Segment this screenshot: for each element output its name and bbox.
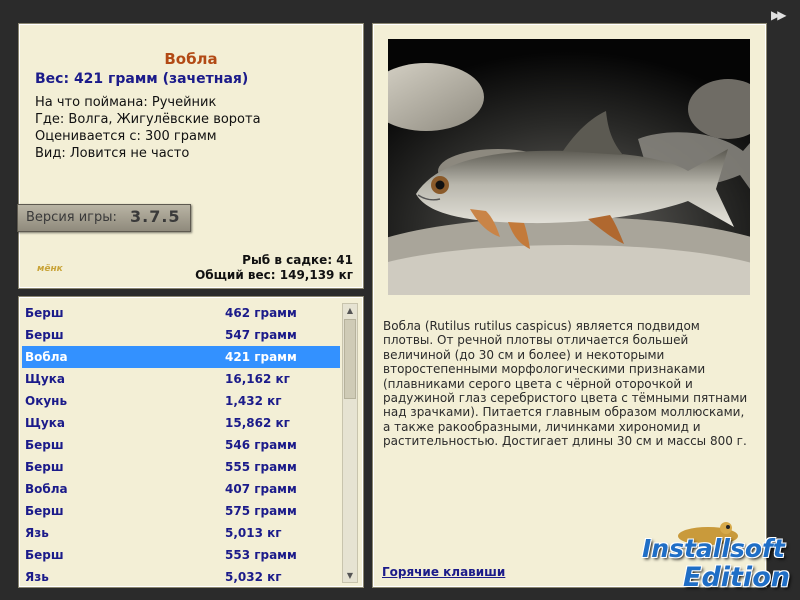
caught-with-text: На что поймана: Ручейник	[35, 95, 217, 110]
catch-fish-name: Вобла	[25, 350, 68, 364]
catch-list-row[interactable]: Берш 546 грамм	[22, 434, 340, 456]
catch-list-row[interactable]: Язь 5,013 кг	[22, 522, 340, 544]
catch-fish-name: Вобла	[25, 482, 68, 496]
catch-fish-weight: 546 грамм	[225, 438, 297, 452]
catch-list-row[interactable]: Берш 555 грамм	[22, 456, 340, 478]
catch-list-row[interactable]: Щука 15,862 кг	[22, 412, 340, 434]
catch-list-row[interactable]: Язь 5,032 кг	[22, 566, 340, 587]
catch-list-row[interactable]: Окунь 1,432 кг	[22, 390, 340, 412]
catch-list-row[interactable]: Щука 16,162 кг	[22, 368, 340, 390]
valued-from-text: Оценивается с: 300 грамм	[35, 129, 217, 144]
fish-photo	[388, 39, 750, 295]
installsoft-watermark: Installsoft Edition	[628, 522, 798, 598]
fast-forward-icon: ▶▶	[771, 8, 787, 22]
catch-fish-weight: 1,432 кг	[225, 394, 282, 408]
watermark-line2: Edition	[683, 562, 790, 593]
fish-illustration	[388, 39, 750, 295]
catch-fish-name: Берш	[25, 504, 64, 518]
game-logo: мёнк	[37, 264, 63, 274]
catch-fish-weight: 16,162 кг	[225, 372, 290, 386]
catch-list-row[interactable]: Берш 547 грамм	[22, 324, 340, 346]
catch-fish-weight: 555 грамм	[225, 460, 297, 474]
catch-fish-name: Окунь	[25, 394, 68, 408]
scrollbar-thumb[interactable]	[344, 319, 356, 399]
version-number: 3.7.5	[130, 207, 181, 226]
catch-fish-name: Щука	[25, 372, 65, 386]
fish-description-panel: Вобла (Rutilus rutilus caspicus) являетс…	[372, 23, 767, 588]
catch-fish-weight: 421 грамм	[225, 350, 297, 364]
catch-list-row[interactable]: Вобла 421 грамм	[22, 346, 340, 368]
fish-info-panel: Вобла Вес: 421 грамм (зачетная) На что п…	[17, 23, 364, 289]
keepnet-count: Рыб в садке: 41	[242, 253, 353, 267]
catch-fish-weight: 547 грамм	[225, 328, 297, 342]
location-text: Где: Волга, Жигулёвские ворота	[35, 112, 261, 127]
catch-list-panel: Берш 462 грамм Берш 547 грамм Вобла 421 грамм…	[18, 296, 364, 588]
catch-list-row[interactable]: Вобла 407 грамм	[22, 478, 340, 500]
catch-fish-weight: 407 грамм	[225, 482, 297, 496]
catch-fish-name: Щука	[25, 416, 65, 430]
frequency-text: Вид: Ловится не часто	[35, 146, 190, 161]
fish-description-text: Вобла (Rutilus rutilus caspicus) являетс…	[383, 319, 748, 449]
version-label: Версия игры:	[26, 210, 117, 225]
catch-list-row[interactable]: Берш 575 грамм	[22, 500, 340, 522]
catch-fish-name: Берш	[25, 438, 64, 452]
catch-fish-weight: 15,862 кг	[225, 416, 290, 430]
watermark-line1: Installsoft	[642, 534, 785, 563]
catch-fish-name: Язь	[25, 526, 49, 540]
scroll-down-arrow-icon[interactable]: ▼	[343, 569, 357, 582]
catch-fish-name: Берш	[25, 306, 64, 320]
catch-fish-weight: 462 грамм	[225, 306, 297, 320]
catch-list-row[interactable]: Берш 462 грамм	[22, 302, 340, 324]
catch-fish-weight: 5,013 кг	[225, 526, 282, 540]
fish-weight-line: Вес: 421 грамм (зачетная)	[35, 71, 249, 87]
catch-fish-name: Берш	[25, 548, 64, 562]
catch-fish-name: Язь	[25, 570, 49, 584]
catch-fish-name: Берш	[25, 460, 64, 474]
scroll-up-arrow-icon[interactable]: ▲	[343, 304, 357, 317]
catch-list-row[interactable]: Берш 553 грамм	[22, 544, 340, 566]
catch-fish-name: Берш	[25, 328, 64, 342]
catch-fish-weight: 553 грамм	[225, 548, 297, 562]
hotkeys-link[interactable]: Горячие клавиши	[382, 565, 505, 579]
catch-fish-weight: 575 грамм	[225, 504, 297, 518]
total-weight: Общий вес: 149,139 кг	[195, 268, 353, 282]
game-version-badge: Версия игры: 3.7.5	[17, 204, 191, 232]
catch-list-scrollbar[interactable]: ▲ ▼	[342, 303, 358, 583]
fast-forward-button[interactable]: ▶▶	[771, 8, 787, 22]
fish-name-title: Вобла	[164, 50, 218, 68]
catch-fish-weight: 5,032 кг	[225, 570, 282, 584]
catch-list: Берш 462 грамм Берш 547 грамм Вобла 421 грамм…	[22, 302, 340, 587]
